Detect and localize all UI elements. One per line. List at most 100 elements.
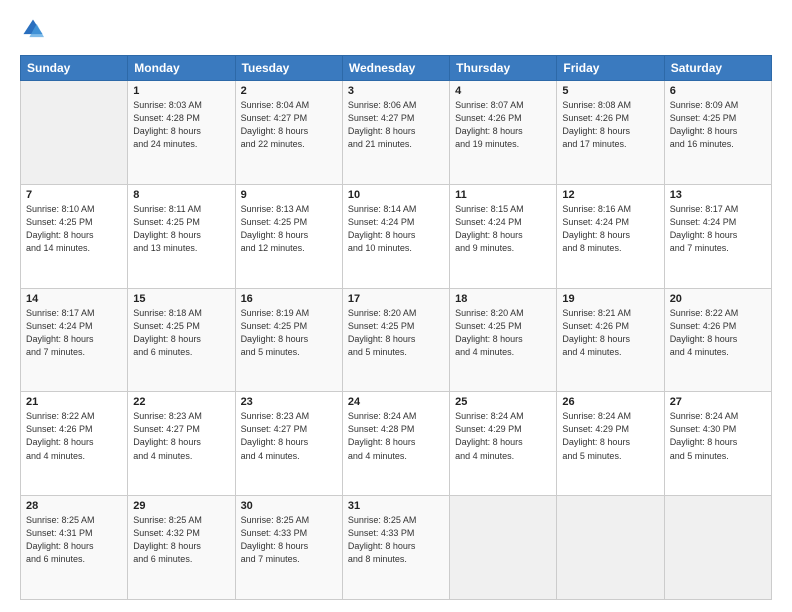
day-number: 11 — [455, 189, 551, 201]
header-day-tuesday: Tuesday — [235, 56, 342, 81]
day-number: 28 — [26, 500, 122, 512]
day-cell: 24 Sunrise: 8:24 AM Sunset: 4:28 PM Dayli… — [342, 392, 449, 496]
day-cell: 2 Sunrise: 8:04 AM Sunset: 4:27 PM Daylig… — [235, 81, 342, 185]
day-number: 7 — [26, 189, 122, 201]
header-day-sunday: Sunday — [21, 56, 128, 81]
day-info: Sunrise: 8:08 AM Sunset: 4:26 PM Dayligh… — [562, 99, 658, 151]
day-info: Sunrise: 8:06 AM Sunset: 4:27 PM Dayligh… — [348, 99, 444, 151]
day-cell: 7 Sunrise: 8:10 AM Sunset: 4:25 PM Daylig… — [21, 184, 128, 288]
day-info: Sunrise: 8:25 AM Sunset: 4:31 PM Dayligh… — [26, 514, 122, 566]
day-number: 3 — [348, 85, 444, 97]
day-number: 2 — [241, 85, 337, 97]
day-info: Sunrise: 8:10 AM Sunset: 4:25 PM Dayligh… — [26, 203, 122, 255]
day-number: 10 — [348, 189, 444, 201]
day-cell: 30Sunrise: 8:25 AM Sunset: 4:33 PM Dayli… — [235, 496, 342, 600]
day-info: Sunrise: 8:07 AM Sunset: 4:26 PM Dayligh… — [455, 99, 551, 151]
day-number: 14 — [26, 293, 122, 305]
day-info: Sunrise: 8:16 AM Sunset: 4:24 PM Dayligh… — [562, 203, 658, 255]
page: SundayMondayTuesdayWednesdayThursdayFrid… — [0, 0, 792, 612]
day-cell: 17Sunrise: 8:20 AM Sunset: 4:25 PM Dayli… — [342, 288, 449, 392]
day-cell: 31 Sunrise: 8:25 AM Sunset: 4:33 PM Dayli… — [342, 496, 449, 600]
day-info: Sunrise: 8:25 AM Sunset: 4:32 PM Dayligh… — [133, 514, 229, 566]
logo — [20, 18, 44, 45]
calendar-header-row: SundayMondayTuesdayWednesdayThursdayFrid… — [21, 56, 772, 81]
day-info: Sunrise: 8:20 AM Sunset: 4:25 PM Dayligh… — [348, 307, 444, 359]
day-number: 25 — [455, 396, 551, 408]
day-info: Sunrise: 8:24 AM Sunset: 4:30 PM Dayligh… — [670, 410, 766, 462]
day-info: Sunrise: 8:21 AM Sunset: 4:26 PM Dayligh… — [562, 307, 658, 359]
day-cell: 29 Sunrise: 8:25 AM Sunset: 4:32 PM Dayli… — [128, 496, 235, 600]
day-cell: 19Sunrise: 8:21 AM Sunset: 4:26 PM Dayli… — [557, 288, 664, 392]
day-cell — [21, 81, 128, 185]
week-row-3: 14Sunrise: 8:17 AM Sunset: 4:24 PM Dayli… — [21, 288, 772, 392]
day-number: 16 — [241, 293, 337, 305]
day-number: 29 — [133, 500, 229, 512]
logo-icon — [22, 18, 44, 40]
day-info: Sunrise: 8:23 AM Sunset: 4:27 PM Dayligh… — [133, 410, 229, 462]
day-cell: 3 Sunrise: 8:06 AM Sunset: 4:27 PM Daylig… — [342, 81, 449, 185]
header — [20, 18, 772, 45]
day-number: 18 — [455, 293, 551, 305]
day-number: 1 — [133, 85, 229, 97]
week-row-5: 28 Sunrise: 8:25 AM Sunset: 4:31 PM Dayli… — [21, 496, 772, 600]
day-info: Sunrise: 8:22 AM Sunset: 4:26 PM Dayligh… — [670, 307, 766, 359]
day-number: 12 — [562, 189, 658, 201]
day-info: Sunrise: 8:17 AM Sunset: 4:24 PM Dayligh… — [670, 203, 766, 255]
day-info: Sunrise: 8:03 AM Sunset: 4:28 PM Dayligh… — [133, 99, 229, 151]
day-cell — [557, 496, 664, 600]
day-info: Sunrise: 8:20 AM Sunset: 4:25 PM Dayligh… — [455, 307, 551, 359]
day-cell — [664, 496, 771, 600]
day-info: Sunrise: 8:11 AM Sunset: 4:25 PM Dayligh… — [133, 203, 229, 255]
day-info: Sunrise: 8:24 AM Sunset: 4:28 PM Dayligh… — [348, 410, 444, 462]
day-number: 30 — [241, 500, 337, 512]
header-day-monday: Monday — [128, 56, 235, 81]
day-cell: 8 Sunrise: 8:11 AM Sunset: 4:25 PM Daylig… — [128, 184, 235, 288]
header-day-thursday: Thursday — [450, 56, 557, 81]
header-day-saturday: Saturday — [664, 56, 771, 81]
day-number: 13 — [670, 189, 766, 201]
day-number: 22 — [133, 396, 229, 408]
day-number: 9 — [241, 189, 337, 201]
day-cell: 25Sunrise: 8:24 AM Sunset: 4:29 PM Dayli… — [450, 392, 557, 496]
day-number: 23 — [241, 396, 337, 408]
day-number: 20 — [670, 293, 766, 305]
day-cell: 6Sunrise: 8:09 AM Sunset: 4:25 PM Daylig… — [664, 81, 771, 185]
day-info: Sunrise: 8:22 AM Sunset: 4:26 PM Dayligh… — [26, 410, 122, 462]
day-number: 6 — [670, 85, 766, 97]
day-info: Sunrise: 8:19 AM Sunset: 4:25 PM Dayligh… — [241, 307, 337, 359]
day-number: 8 — [133, 189, 229, 201]
calendar-table: SundayMondayTuesdayWednesdayThursdayFrid… — [20, 55, 772, 600]
day-number: 31 — [348, 500, 444, 512]
day-cell: 13 Sunrise: 8:17 AM Sunset: 4:24 PM Dayli… — [664, 184, 771, 288]
day-cell: 4 Sunrise: 8:07 AM Sunset: 4:26 PM Daylig… — [450, 81, 557, 185]
day-cell: 10 Sunrise: 8:14 AM Sunset: 4:24 PM Dayli… — [342, 184, 449, 288]
day-number: 27 — [670, 396, 766, 408]
week-row-2: 7 Sunrise: 8:10 AM Sunset: 4:25 PM Daylig… — [21, 184, 772, 288]
day-cell: 16 Sunrise: 8:19 AM Sunset: 4:25 PM Dayli… — [235, 288, 342, 392]
day-cell: 11 Sunrise: 8:15 AM Sunset: 4:24 PM Dayli… — [450, 184, 557, 288]
day-number: 24 — [348, 396, 444, 408]
week-row-4: 21 Sunrise: 8:22 AM Sunset: 4:26 PM Dayli… — [21, 392, 772, 496]
header-day-wednesday: Wednesday — [342, 56, 449, 81]
day-cell: 5Sunrise: 8:08 AM Sunset: 4:26 PM Daylig… — [557, 81, 664, 185]
day-number: 4 — [455, 85, 551, 97]
day-info: Sunrise: 8:24 AM Sunset: 4:29 PM Dayligh… — [562, 410, 658, 462]
day-info: Sunrise: 8:04 AM Sunset: 4:27 PM Dayligh… — [241, 99, 337, 151]
week-row-1: 1 Sunrise: 8:03 AM Sunset: 4:28 PM Daylig… — [21, 81, 772, 185]
day-number: 21 — [26, 396, 122, 408]
day-info: Sunrise: 8:18 AM Sunset: 4:25 PM Dayligh… — [133, 307, 229, 359]
day-cell: 22 Sunrise: 8:23 AM Sunset: 4:27 PM Dayli… — [128, 392, 235, 496]
day-number: 26 — [562, 396, 658, 408]
day-cell: 14Sunrise: 8:17 AM Sunset: 4:24 PM Dayli… — [21, 288, 128, 392]
day-cell: 27 Sunrise: 8:24 AM Sunset: 4:30 PM Dayli… — [664, 392, 771, 496]
day-info: Sunrise: 8:25 AM Sunset: 4:33 PM Dayligh… — [348, 514, 444, 566]
day-info: Sunrise: 8:13 AM Sunset: 4:25 PM Dayligh… — [241, 203, 337, 255]
day-info: Sunrise: 8:23 AM Sunset: 4:27 PM Dayligh… — [241, 410, 337, 462]
day-cell: 28 Sunrise: 8:25 AM Sunset: 4:31 PM Dayli… — [21, 496, 128, 600]
day-info: Sunrise: 8:15 AM Sunset: 4:24 PM Dayligh… — [455, 203, 551, 255]
day-info: Sunrise: 8:14 AM Sunset: 4:24 PM Dayligh… — [348, 203, 444, 255]
day-cell: 23 Sunrise: 8:23 AM Sunset: 4:27 PM Dayli… — [235, 392, 342, 496]
day-cell: 1 Sunrise: 8:03 AM Sunset: 4:28 PM Daylig… — [128, 81, 235, 185]
day-cell: 18 Sunrise: 8:20 AM Sunset: 4:25 PM Dayli… — [450, 288, 557, 392]
day-cell: 15Sunrise: 8:18 AM Sunset: 4:25 PM Dayli… — [128, 288, 235, 392]
